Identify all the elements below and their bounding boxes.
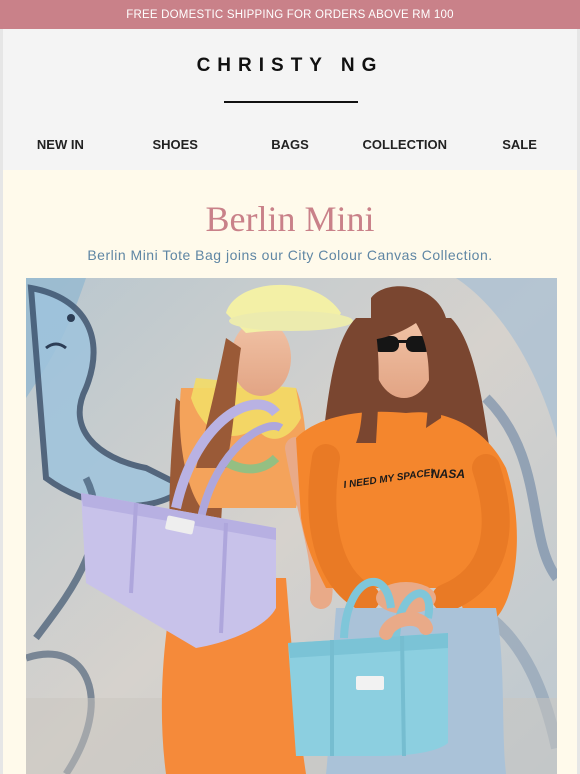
hero-image[interactable]: I NEED MY SPACE! NASA bbox=[26, 278, 557, 774]
sweatshirt-logo: NASA bbox=[431, 467, 465, 481]
nav-item-sale[interactable]: SALE bbox=[462, 137, 577, 153]
nav-item-collection[interactable]: COLLECTION bbox=[347, 137, 462, 153]
main-nav: NEW IN SHOES BAGS COLLECTION SALE bbox=[3, 137, 577, 153]
page-title: Berlin Mini bbox=[205, 199, 375, 239]
nav-item-new-in[interactable]: NEW IN bbox=[3, 137, 118, 153]
nav-item-bags[interactable]: BAGS bbox=[233, 137, 348, 153]
brand-logo[interactable]: CHRISTY NG bbox=[3, 55, 577, 77]
logo-underline bbox=[224, 101, 358, 103]
shipping-promo-text: FREE DOMESTIC SHIPPING FOR ORDERS ABOVE … bbox=[126, 8, 454, 21]
email-header: CHRISTY NG NEW IN SHOES BAGS COLLECTION … bbox=[3, 29, 577, 170]
nav-item-shoes[interactable]: SHOES bbox=[118, 137, 233, 153]
page-subtitle: Berlin Mini Tote Bag joins our City Colo… bbox=[87, 247, 493, 263]
shipping-promo-bar[interactable]: FREE DOMESTIC SHIPPING FOR ORDERS ABOVE … bbox=[0, 0, 580, 29]
